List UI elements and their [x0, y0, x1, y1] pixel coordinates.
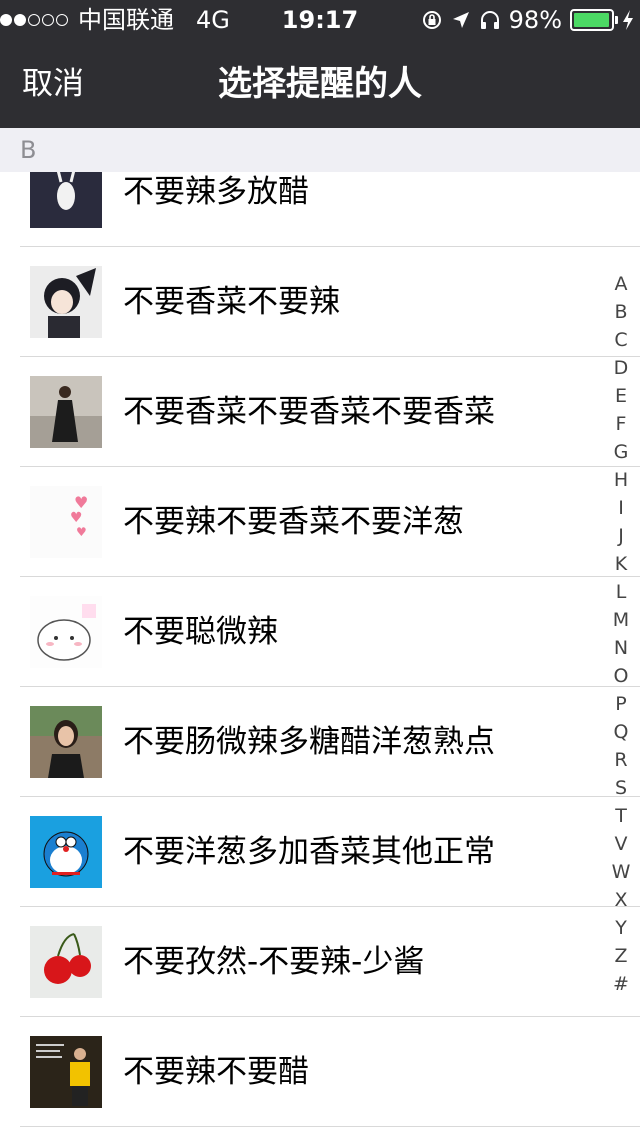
contact-row[interactable]: 不要肠微辣多糖醋洋葱熟点	[0, 687, 640, 797]
index-letter[interactable]: X	[614, 886, 627, 914]
index-letter[interactable]: S	[615, 774, 627, 802]
contact-name: 不要聪微辣	[123, 614, 278, 650]
red-cherries-avatar	[30, 926, 102, 998]
index-letter[interactable]: J	[618, 522, 624, 550]
contact-row[interactable]: 不要香菜不要香菜不要香菜	[0, 357, 640, 467]
contact-name: 不要辣不要香菜不要洋葱	[123, 504, 464, 540]
index-letter[interactable]: Z	[614, 942, 627, 970]
pink-hearts-avatar: ♥ ♥ ♥	[30, 486, 102, 558]
index-letter[interactable]: F	[616, 410, 627, 438]
cartoon-bunny-avatar	[30, 596, 102, 668]
status-right: 98%	[413, 0, 634, 40]
contact-name: 不要香菜不要香菜不要香菜	[123, 394, 495, 430]
row-divider	[20, 1126, 640, 1127]
battery-percent: 98%	[508, 6, 562, 34]
page-title: 选择提醒的人	[218, 64, 422, 104]
index-letter[interactable]: B	[614, 298, 627, 326]
index-letter[interactable]: V	[615, 830, 628, 858]
contact-row[interactable]: ♥ ♥ ♥ 不要辣不要香菜不要洋葱	[0, 467, 640, 577]
index-letter[interactable]: W	[612, 858, 631, 886]
alphabet-index[interactable]: A B C D E F G H I J K L M N O P Q R S T V W X Y Z #	[608, 270, 634, 998]
svg-text:♥: ♥	[70, 510, 83, 526]
index-letter[interactable]: #	[613, 970, 629, 998]
svg-text:♥: ♥	[76, 525, 87, 539]
index-letter[interactable]: M	[613, 606, 629, 634]
woman-photo-avatar	[30, 706, 102, 778]
anime-girl-avatar	[30, 266, 102, 338]
index-letter[interactable]: P	[615, 690, 626, 718]
contact-name: 不要孜然-不要辣-少酱	[123, 944, 425, 980]
index-letter[interactable]: A	[615, 270, 628, 298]
contact-list: 不要辣多放醋 不要香菜不要辣 不要香菜不要香菜不要香菜 ♥ ♥ ♥ 不要辣不要香菜不要洋葱不…	[0, 137, 640, 1127]
woman-dress-photo-avatar	[30, 376, 102, 448]
index-letter[interactable]: K	[615, 550, 627, 578]
index-letter[interactable]: H	[614, 466, 628, 494]
doraemon-avatar	[30, 816, 102, 888]
contact-row[interactable]: 不要聪微辣	[0, 577, 640, 687]
location-arrow-icon	[451, 10, 471, 30]
index-letter[interactable]: N	[614, 634, 628, 662]
index-letter[interactable]: C	[614, 326, 627, 354]
rotation-lock-icon	[421, 9, 443, 31]
contact-name: 不要肠微辣多糖醋洋葱熟点	[123, 724, 495, 760]
cancel-button[interactable]: 取消	[22, 40, 84, 128]
charging-bolt-icon	[622, 9, 634, 31]
contact-row[interactable]: 不要孜然-不要辣-少酱	[0, 907, 640, 1017]
index-letter[interactable]: T	[615, 802, 627, 830]
index-letter[interactable]: Q	[614, 718, 629, 746]
index-letter[interactable]: Y	[615, 914, 627, 942]
soccer-player-poster-avatar	[30, 1036, 102, 1108]
index-letter[interactable]: D	[614, 354, 629, 382]
index-letter[interactable]: L	[616, 578, 627, 606]
contact-name: 不要洋葱多加香菜其他正常	[123, 834, 495, 870]
index-letter[interactable]: E	[615, 382, 627, 410]
contact-name: 不要香菜不要辣	[123, 284, 340, 320]
contact-row[interactable]: 不要洋葱多加香菜其他正常	[0, 797, 640, 907]
index-letter[interactable]: O	[614, 662, 629, 690]
status-bar: 中国联通 4G 19:17 98%	[0, 0, 640, 40]
contact-name: 不要辣不要醋	[123, 1054, 309, 1090]
contact-row[interactable]: 不要香菜不要辣	[0, 247, 640, 357]
index-letter[interactable]: I	[618, 494, 624, 522]
navigation-bar: 选择提醒的人 取消	[0, 40, 640, 128]
index-letter[interactable]: R	[614, 746, 627, 774]
index-letter[interactable]: G	[614, 438, 629, 466]
headphones-icon	[479, 9, 501, 31]
battery-icon	[570, 9, 618, 31]
contact-row[interactable]: 不要辣不要醋	[0, 1017, 640, 1127]
section-header: B	[0, 128, 640, 172]
